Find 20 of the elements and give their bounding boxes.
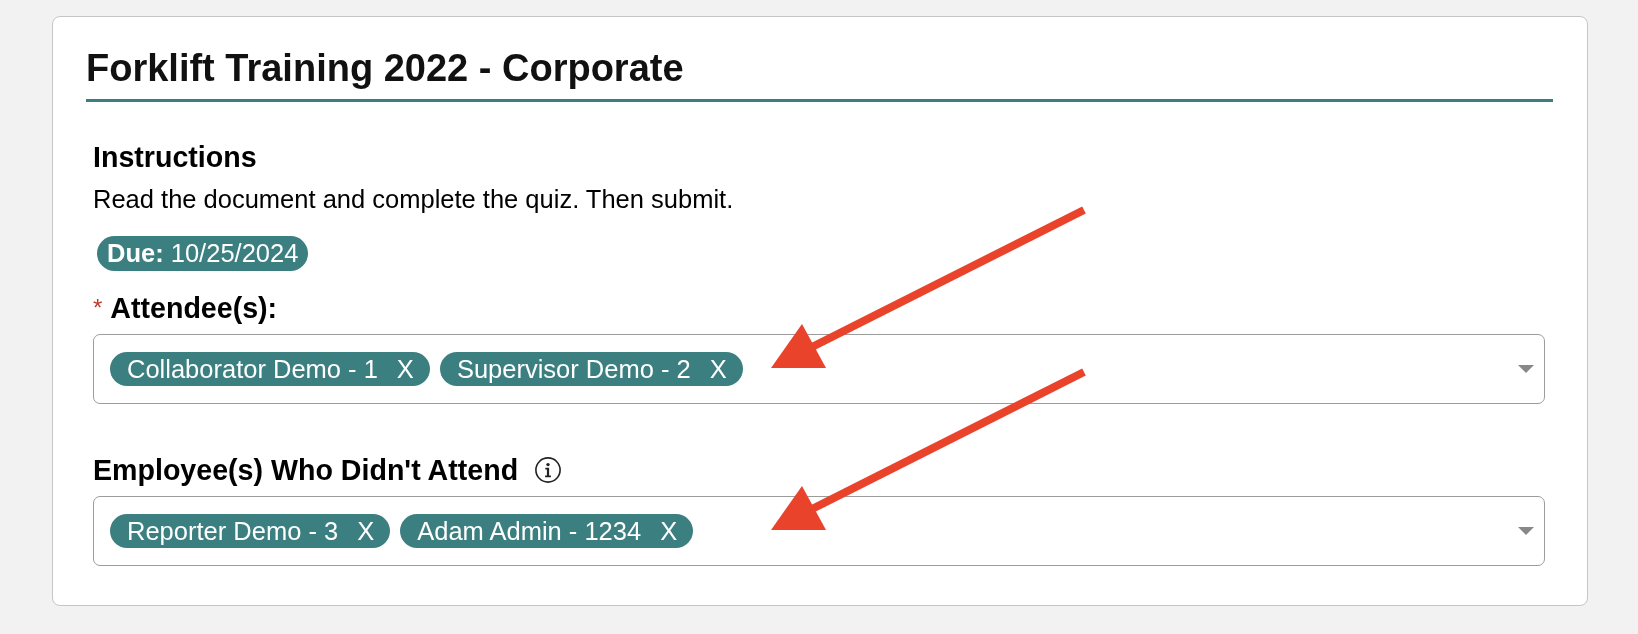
remove-button[interactable]: X: [660, 516, 678, 546]
chip-label: Supervisor Demo - 2: [456, 354, 691, 384]
chip-label: Collaborator Demo - 1: [127, 354, 378, 384]
instructions-text: Read the document and complete the quiz. Then submit.: [93, 184, 734, 214]
page-title: Forklift Training 2022 - Corporate: [86, 46, 684, 90]
multi-select-field[interactable]: Reporter Demo - 3 X Adam Admin - 1234 X: [93, 496, 1545, 566]
instructions-heading: Instructions: [93, 141, 257, 173]
field-label: Employee(s) Who Didn't Attend: [93, 454, 519, 486]
field-label: Attendee(s):: [110, 292, 278, 324]
chip-label: Adam Admin - 1234: [417, 516, 642, 546]
caret-icon[interactable]: [1518, 527, 1534, 535]
chip-label: Reporter Demo - 3: [127, 516, 339, 546]
multi-select-field[interactable]: Collaborator Demo - 1 X Supervisor Demo - 2 X: [93, 334, 1545, 404]
remove-button[interactable]: X: [396, 354, 414, 384]
caret-icon[interactable]: [1518, 365, 1534, 373]
required-mark: *: [93, 293, 103, 323]
due-date-badge: Due: 10/25/2024: [97, 236, 309, 271]
remove-button[interactable]: X: [357, 516, 375, 546]
remove-button[interactable]: X: [709, 354, 727, 384]
info-icon[interactable]: [535, 457, 562, 483]
